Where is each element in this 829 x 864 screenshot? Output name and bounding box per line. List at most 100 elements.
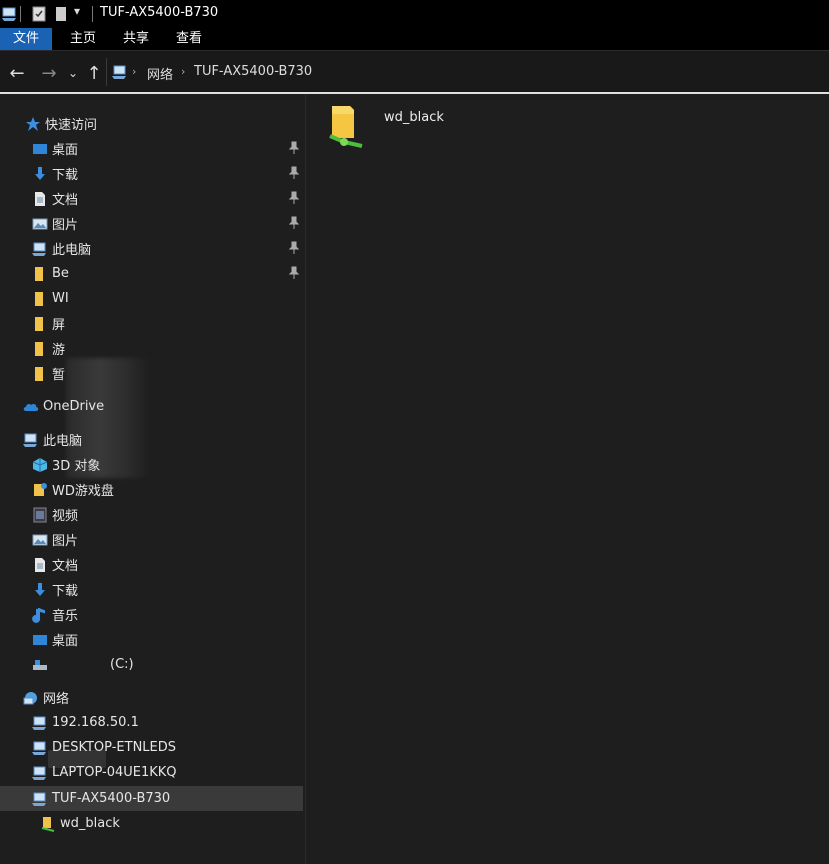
- nav-label: 下载: [52, 584, 79, 599]
- tab-view[interactable]: 查看: [166, 28, 212, 50]
- pin-icon[interactable]: [289, 241, 299, 255]
- properties-icon[interactable]: [32, 6, 46, 22]
- chevron-right-icon[interactable]: ›: [132, 65, 136, 78]
- network-share-folder-icon: [329, 106, 363, 148]
- nav-label: 暂: [52, 368, 66, 383]
- computer-icon: [32, 741, 46, 755]
- nav-label: 桌面: [52, 634, 79, 649]
- video-icon: [33, 507, 47, 522]
- nav-label: WI: [52, 291, 69, 306]
- window-title: TUF-AX5400-B730: [100, 5, 219, 20]
- computer-icon: [32, 792, 46, 806]
- breadcrumb-network[interactable]: 网络: [147, 64, 173, 83]
- nav-item-downloads[interactable]: 下载: [32, 161, 305, 186]
- nav-label: 图片: [52, 534, 79, 549]
- pin-icon[interactable]: [289, 191, 299, 205]
- recent-locations-chevron-icon[interactable]: ⌄: [63, 63, 83, 83]
- nav-item-folder-temp[interactable]: 暂: [32, 361, 65, 386]
- back-arrow-icon[interactable]: ←: [7, 63, 27, 84]
- pin-icon[interactable]: [289, 141, 299, 155]
- music-icon: [32, 607, 45, 623]
- pin-icon[interactable]: [289, 166, 299, 180]
- nav-label: 屏: [52, 318, 66, 333]
- nav-network[interactable]: 网络: [23, 685, 69, 710]
- nav-this-pc[interactable]: 此电脑: [23, 427, 82, 452]
- nav-label: 视频: [52, 509, 79, 524]
- separator: [20, 6, 21, 22]
- nav-label: OneDrive: [43, 399, 105, 414]
- folder-icon: [35, 266, 43, 281]
- tab-share[interactable]: 共享: [113, 28, 159, 50]
- separator: [92, 6, 93, 22]
- nav-item-music[interactable]: 音乐: [32, 602, 78, 627]
- up-arrow-icon[interactable]: ↑: [84, 63, 104, 84]
- share-item-wd-black[interactable]: wd_black: [324, 102, 444, 152]
- nav-item-documents[interactable]: 文档: [32, 186, 305, 211]
- nav-item-network-desktop[interactable]: DESKTOP-ETNLEDS: [32, 735, 176, 760]
- nav-item-wd-black[interactable]: wd_black: [40, 811, 120, 836]
- nav-item-network-router-ip[interactable]: 192.168.50.1: [32, 710, 139, 735]
- address-bar[interactable]: › 网络 › TUF-AX5400-B730: [106, 58, 829, 86]
- download-icon: [35, 582, 45, 596]
- folder-icon: [35, 316, 43, 331]
- folder-icon: [35, 341, 43, 356]
- nav-label: 此电脑: [43, 434, 83, 449]
- nav-item-this-pc-quick[interactable]: 此电脑: [32, 236, 305, 261]
- nav-label: 图片: [52, 218, 79, 233]
- customize-quick-access-icon[interactable]: ▾: [74, 4, 80, 20]
- nav-label: 桌面: [52, 143, 79, 158]
- nav-item-videos[interactable]: 视频: [32, 502, 78, 527]
- document-icon: [35, 557, 45, 572]
- nav-item-desktop[interactable]: 桌面: [32, 136, 305, 161]
- nav-item-documents-pc[interactable]: 文档: [32, 552, 78, 577]
- nav-label: LAPTOP-04UE1KKQ: [52, 765, 177, 780]
- shared-folder-icon: [34, 482, 47, 496]
- nav-item-folder-be[interactable]: Be: [32, 261, 305, 286]
- star-icon: [26, 116, 40, 131]
- picture-icon: [32, 218, 48, 229]
- picture-icon: [32, 534, 48, 545]
- pin-icon[interactable]: [289, 216, 299, 230]
- computer-icon: [2, 7, 16, 21]
- nav-item-desktop-pc[interactable]: 桌面: [32, 627, 78, 652]
- nav-label: (C:): [110, 657, 134, 672]
- nav-label: Be: [52, 266, 69, 281]
- nav-item-folder-screen[interactable]: 屏: [32, 311, 65, 336]
- network-icon: [112, 65, 126, 79]
- tab-file[interactable]: 文件: [0, 28, 52, 50]
- nav-item-network-tuf[interactable]: TUF-AX5400-B730: [0, 786, 303, 811]
- title-bar: ▾ TUF-AX5400-B730: [0, 0, 829, 28]
- new-folder-icon[interactable]: [55, 6, 67, 22]
- nav-label: 此电脑: [52, 243, 92, 258]
- nav-label: 音乐: [52, 609, 79, 624]
- nav-item-network-laptop[interactable]: LAPTOP-04UE1KKQ: [32, 760, 177, 785]
- nav-item-drive-c[interactable]: (C:): [32, 652, 134, 677]
- content-pane: wd_black: [306, 94, 829, 864]
- nav-item-wd-game-disk[interactable]: WD游戏盘: [32, 477, 114, 502]
- forward-arrow-icon[interactable]: →: [39, 63, 59, 84]
- shared-folder-icon: [41, 816, 55, 832]
- chevron-right-icon[interactable]: ›: [181, 65, 185, 78]
- computer-icon: [32, 766, 46, 780]
- nav-item-3d-objects[interactable]: 3D 对象: [32, 452, 100, 477]
- computer-icon: [32, 242, 46, 256]
- cube-icon: [32, 457, 48, 472]
- nav-item-folder-game[interactable]: 游: [32, 336, 65, 361]
- nav-item-folder-wi[interactable]: WI: [32, 286, 69, 311]
- nav-label: WD游戏盘: [52, 484, 114, 499]
- nav-item-pictures-pc[interactable]: 图片: [32, 527, 78, 552]
- nav-label: 游: [52, 343, 66, 358]
- nav-label: 下载: [52, 168, 79, 183]
- nav-item-downloads-pc[interactable]: 下载: [32, 577, 78, 602]
- nav-quick-access[interactable]: 快速访问: [25, 111, 97, 136]
- nav-label: 3D 对象: [52, 459, 101, 474]
- desktop-icon: [33, 143, 47, 154]
- nav-onedrive[interactable]: OneDrive: [23, 394, 104, 419]
- pin-icon[interactable]: [289, 266, 299, 280]
- tab-home[interactable]: 主页: [60, 28, 106, 50]
- breadcrumb-device[interactable]: TUF-AX5400-B730: [194, 64, 312, 79]
- nav-label: 文档: [52, 559, 79, 574]
- computer-icon: [32, 716, 46, 730]
- nav-item-pictures[interactable]: 图片: [32, 211, 305, 236]
- navigation-bar: ← → ⌄ ↑ › 网络 › TUF-AX5400-B730: [0, 50, 829, 93]
